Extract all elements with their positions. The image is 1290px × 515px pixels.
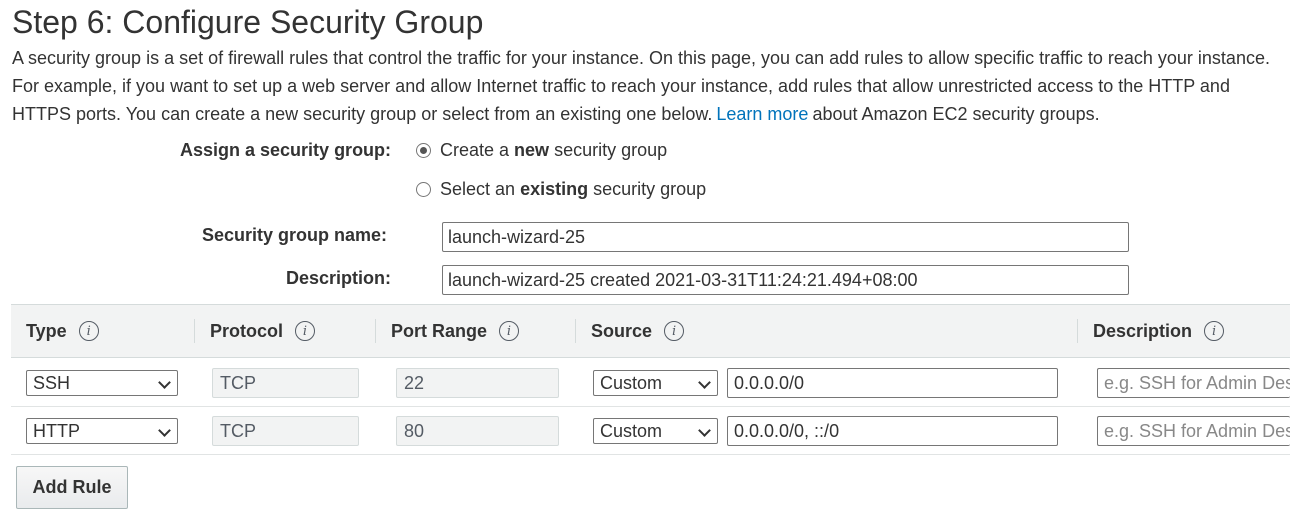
security-group-name-input[interactable]: launch-wizard-25 [442, 222, 1129, 252]
info-icon[interactable]: i [499, 321, 520, 341]
column-header-description[interactable]: Description i [1093, 305, 1225, 357]
rule-source-input[interactable]: 0.0.0.0/0 [727, 368, 1058, 398]
column-header-source[interactable]: Source i [591, 305, 685, 357]
column-header-protocol[interactable]: Protocol i [210, 305, 316, 357]
column-header-port-range[interactable]: Port Range i [391, 305, 520, 357]
radio-create-new[interactable]: Create a new security group [416, 140, 667, 161]
rule-source-select[interactable]: Custom [593, 418, 718, 444]
chevron-down-icon [698, 424, 711, 437]
assign-security-group-label: Assign a security group: [180, 140, 392, 160]
row-divider [11, 406, 1290, 407]
column-divider[interactable] [194, 319, 195, 343]
rule-protocol-field: TCP [212, 416, 359, 446]
row-divider [11, 454, 1290, 455]
radio-select-existing-label: Select an existing security group [440, 179, 707, 199]
radio-create-new-button[interactable] [416, 143, 431, 158]
info-icon[interactable]: i [1204, 321, 1225, 341]
radio-create-new-label: Create a new security group [440, 140, 668, 160]
info-icon[interactable]: i [295, 321, 316, 341]
column-divider[interactable] [575, 319, 576, 343]
rule-type-select[interactable]: SSH [26, 370, 178, 396]
radio-select-existing[interactable]: Select an existing security group [416, 179, 706, 200]
rule-source-select[interactable]: Custom [593, 370, 718, 396]
rule-port-range-field: 22 [396, 368, 559, 398]
rule-type-select[interactable]: HTTP [26, 418, 178, 444]
security-group-name-label: Security group name: [202, 225, 388, 245]
description-label: Description: [286, 268, 392, 288]
chevron-down-icon [698, 376, 711, 389]
chevron-down-icon [158, 376, 171, 389]
rule-source-input[interactable]: 0.0.0.0/0, ::/0 [727, 416, 1058, 446]
column-header-type[interactable]: Type i [26, 305, 99, 357]
description-input[interactable]: launch-wizard-25 created 2021-03-31T11:2… [442, 265, 1129, 295]
rule-description-input[interactable]: e.g. SSH for Admin Desktop [1097, 416, 1290, 446]
info-icon[interactable]: i [664, 321, 685, 341]
add-rule-button[interactable]: Add Rule [16, 466, 128, 509]
rule-port-range-field: 80 [396, 416, 559, 446]
column-divider[interactable] [1077, 319, 1078, 343]
page-title: Step 6: Configure Security Group [12, 4, 484, 40]
radio-select-existing-button[interactable] [416, 182, 431, 197]
intro-text-after: about Amazon EC2 security groups. [812, 104, 1100, 124]
rules-table-header: Type i Protocol i Port Range i Source i Desc… [11, 304, 1290, 358]
info-icon[interactable]: i [78, 321, 99, 341]
intro-paragraph: A security group is a set of firewall ru… [12, 44, 1287, 128]
rule-description-input[interactable]: e.g. SSH for Admin Desktop [1097, 368, 1290, 398]
chevron-down-icon [158, 424, 171, 437]
learn-more-link[interactable]: Learn more [716, 104, 808, 124]
rule-protocol-field: TCP [212, 368, 359, 398]
column-divider[interactable] [375, 319, 376, 343]
